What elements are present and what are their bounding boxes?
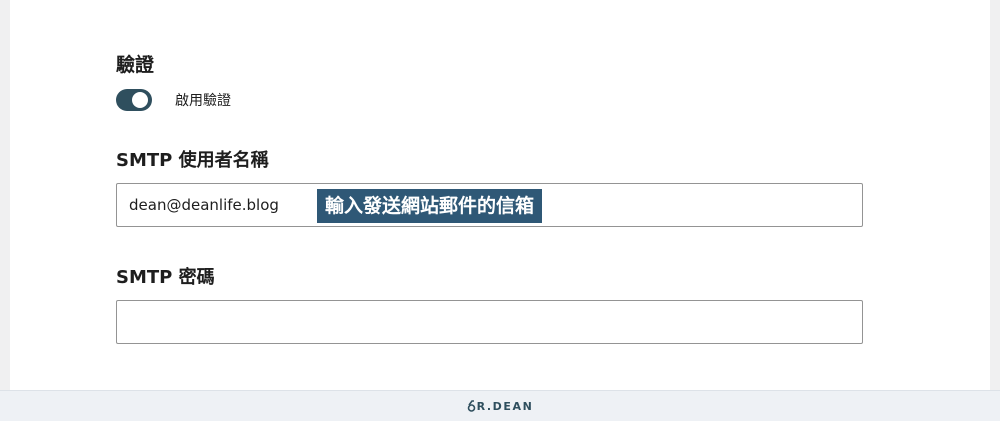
toggle-knob bbox=[132, 92, 148, 108]
annotation-overlay: 輸入發送網站郵件的信箱 bbox=[317, 189, 543, 223]
brand-mark-icon bbox=[467, 400, 475, 412]
brand-logo: R.DEAN bbox=[467, 400, 534, 413]
smtp-password-input[interactable] bbox=[116, 300, 863, 344]
enable-auth-label: 啟用驗證 bbox=[175, 93, 231, 109]
auth-section-title: 驗證 bbox=[116, 54, 155, 76]
page: 驗證 啟用驗證 SMTP 使用者名稱 輸入發送網站郵件的信箱 SMTP 密碼 R… bbox=[0, 0, 1000, 421]
auth-toggle-row: 啟用驗證 bbox=[116, 88, 231, 112]
enable-auth-toggle[interactable] bbox=[116, 89, 152, 111]
footer-bar: R.DEAN bbox=[0, 390, 1000, 421]
smtp-password-label: SMTP 密碼 bbox=[116, 267, 215, 288]
brand-text: R.DEAN bbox=[476, 399, 534, 413]
smtp-username-label: SMTP 使用者名稱 bbox=[116, 150, 269, 171]
